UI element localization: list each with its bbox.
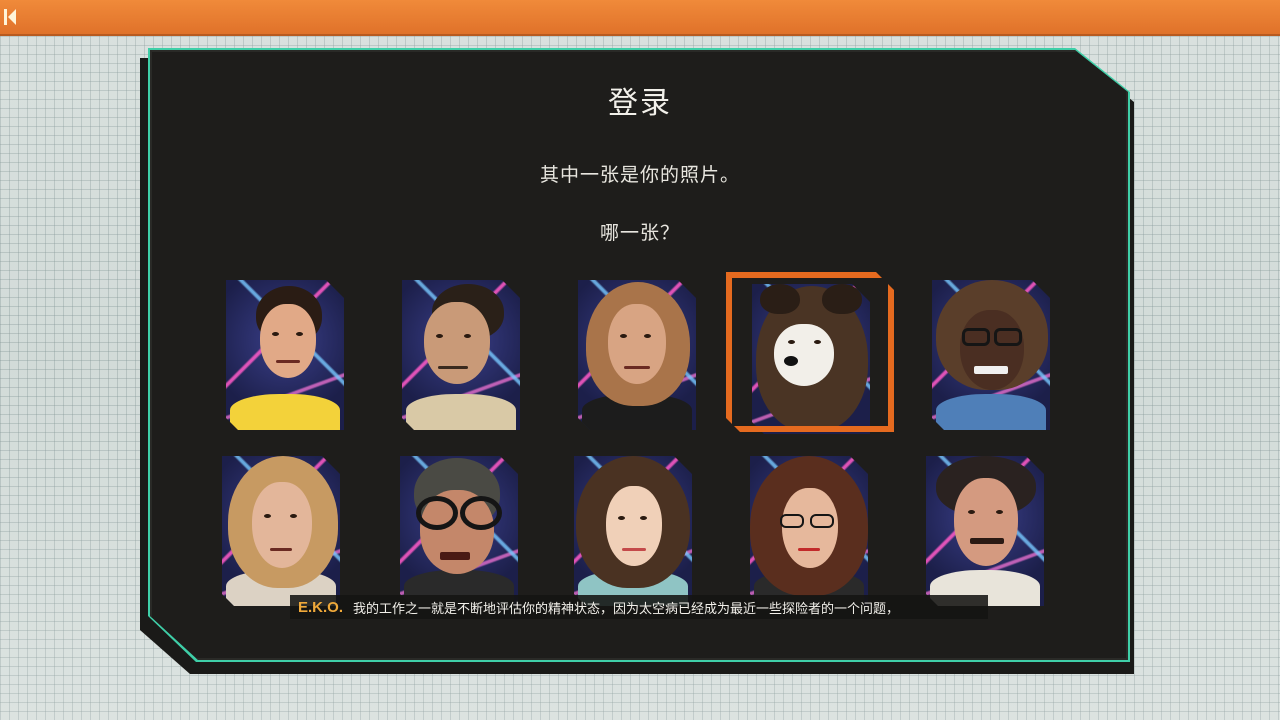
top-bar	[0, 0, 1280, 36]
dialogue-subtitle: E.K.O. 我的工作之一就是不断地评估你的精神状态，因为太空病已经成为最近一些…	[290, 595, 988, 619]
dialogue-text: 我的工作之一就是不断地评估你的精神状态，因为太空病已经成为最近一些探险者的一个问…	[353, 601, 900, 617]
speaker-name: E.K.O.	[298, 598, 344, 616]
portrait-man-mustache[interactable]	[926, 456, 1044, 606]
portrait-man-goggles-helmet[interactable]	[400, 456, 518, 606]
portrait-woman-curly[interactable]	[574, 456, 692, 606]
prompt-line-1: 其中一张是你的照片。	[539, 164, 740, 186]
prompt-line-2: 哪一张？	[599, 222, 680, 244]
portrait-boy-yellow-shirt[interactable]	[226, 280, 344, 430]
rewind-icon[interactable]	[4, 8, 26, 26]
portrait-woman-blonde[interactable]	[222, 456, 340, 606]
portrait-man-mullet[interactable]	[578, 280, 696, 430]
selection-frame	[726, 272, 894, 432]
portrait-man-glasses-wild-hair[interactable]	[932, 280, 1050, 430]
portrait-woman-big-hair-glasses[interactable]	[750, 456, 868, 606]
page-title: 登录	[608, 86, 672, 121]
portrait-man-smirk[interactable]	[402, 280, 520, 430]
